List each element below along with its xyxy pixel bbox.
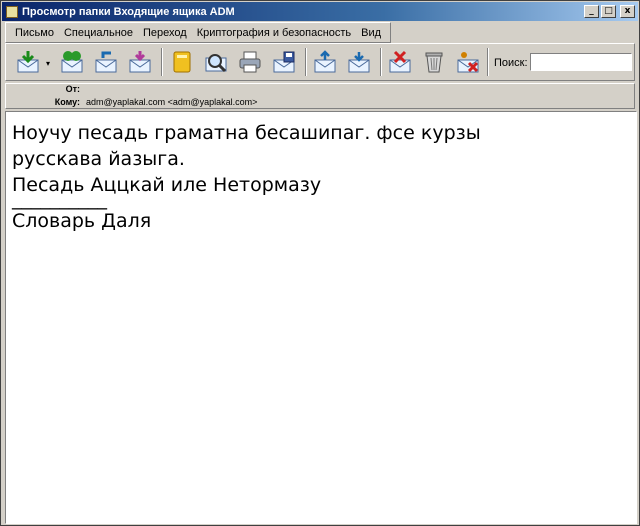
reply-icon — [95, 51, 117, 73]
app-icon — [6, 5, 18, 18]
search-label: Поиск: — [494, 57, 528, 69]
window-title: Просмотр папки Входящие ящика ADM — [22, 5, 235, 18]
trash-button[interactable] — [420, 48, 448, 76]
forward-button[interactable] — [126, 48, 154, 76]
maximize-button[interactable]: □ — [601, 5, 616, 18]
print-button[interactable] — [236, 48, 264, 76]
address-book-icon — [173, 51, 191, 73]
next-icon — [348, 52, 370, 73]
address-book-button[interactable] — [168, 48, 196, 76]
menu-item-go[interactable]: Переход — [143, 27, 187, 39]
from-label: От: — [65, 84, 80, 94]
to-label: Кому: — [54, 97, 80, 107]
body-line: русскава йазыга. — [12, 148, 185, 170]
get-mail-button[interactable] — [14, 48, 42, 76]
print-icon — [239, 51, 261, 73]
delete-button[interactable] — [386, 48, 414, 76]
save-icon — [273, 51, 295, 73]
toolbar-separator — [380, 48, 382, 76]
trash-icon — [425, 52, 443, 73]
title-bar: Просмотр папки Входящие ящика ADM _ □ x — [2, 2, 638, 21]
junk-icon — [457, 52, 479, 73]
save-button[interactable] — [270, 48, 298, 76]
minimize-button[interactable]: _ — [584, 5, 599, 18]
close-button[interactable]: x — [620, 5, 635, 18]
message-headers: От: Кому: adm@yaplakal.com <adm@yaplakal… — [5, 83, 635, 109]
find-icon — [205, 54, 227, 73]
body-line: Ноучу песадь граматна бесашипаг. фсе кур… — [12, 122, 481, 144]
reply-button[interactable] — [92, 48, 120, 76]
toolbar-separator — [305, 48, 307, 76]
get-mail-dropdown-icon[interactable]: ▾ — [46, 59, 50, 68]
menu-item-letter[interactable]: Письмо — [15, 27, 54, 39]
previous-button[interactable] — [311, 48, 339, 76]
forward-icon — [129, 51, 151, 73]
previous-icon — [314, 50, 336, 73]
delete-icon — [389, 50, 411, 73]
find-button[interactable] — [202, 48, 230, 76]
get-mail-icon — [17, 51, 39, 73]
next-button[interactable] — [345, 48, 373, 76]
to-value[interactable]: adm@yaplakal.com <adm@yaplakal.com> — [86, 97, 257, 107]
menu-item-special[interactable]: Специальное — [64, 27, 133, 39]
signature-line: Словарь Даля — [12, 210, 152, 232]
mail-window: Просмотр папки Входящие ящика ADM _ □ x … — [0, 0, 640, 526]
menu-item-crypto[interactable]: Криптография и безопасность — [197, 27, 351, 39]
menu-item-view[interactable]: Вид — [361, 27, 381, 39]
junk-button[interactable] — [454, 48, 482, 76]
menu-bar: Письмо Специальное Переход Криптография … — [5, 22, 392, 43]
search-input[interactable] — [530, 53, 632, 71]
compose-icon — [61, 51, 83, 73]
toolbar-separator — [487, 48, 489, 76]
toolbar: ▾ Поиск: — [5, 43, 635, 81]
toolbar-separator — [161, 48, 163, 76]
compose-button[interactable] — [58, 48, 86, 76]
message-body[interactable]: Ноучу песадь граматна бесашипаг. фсе кур… — [5, 111, 637, 524]
